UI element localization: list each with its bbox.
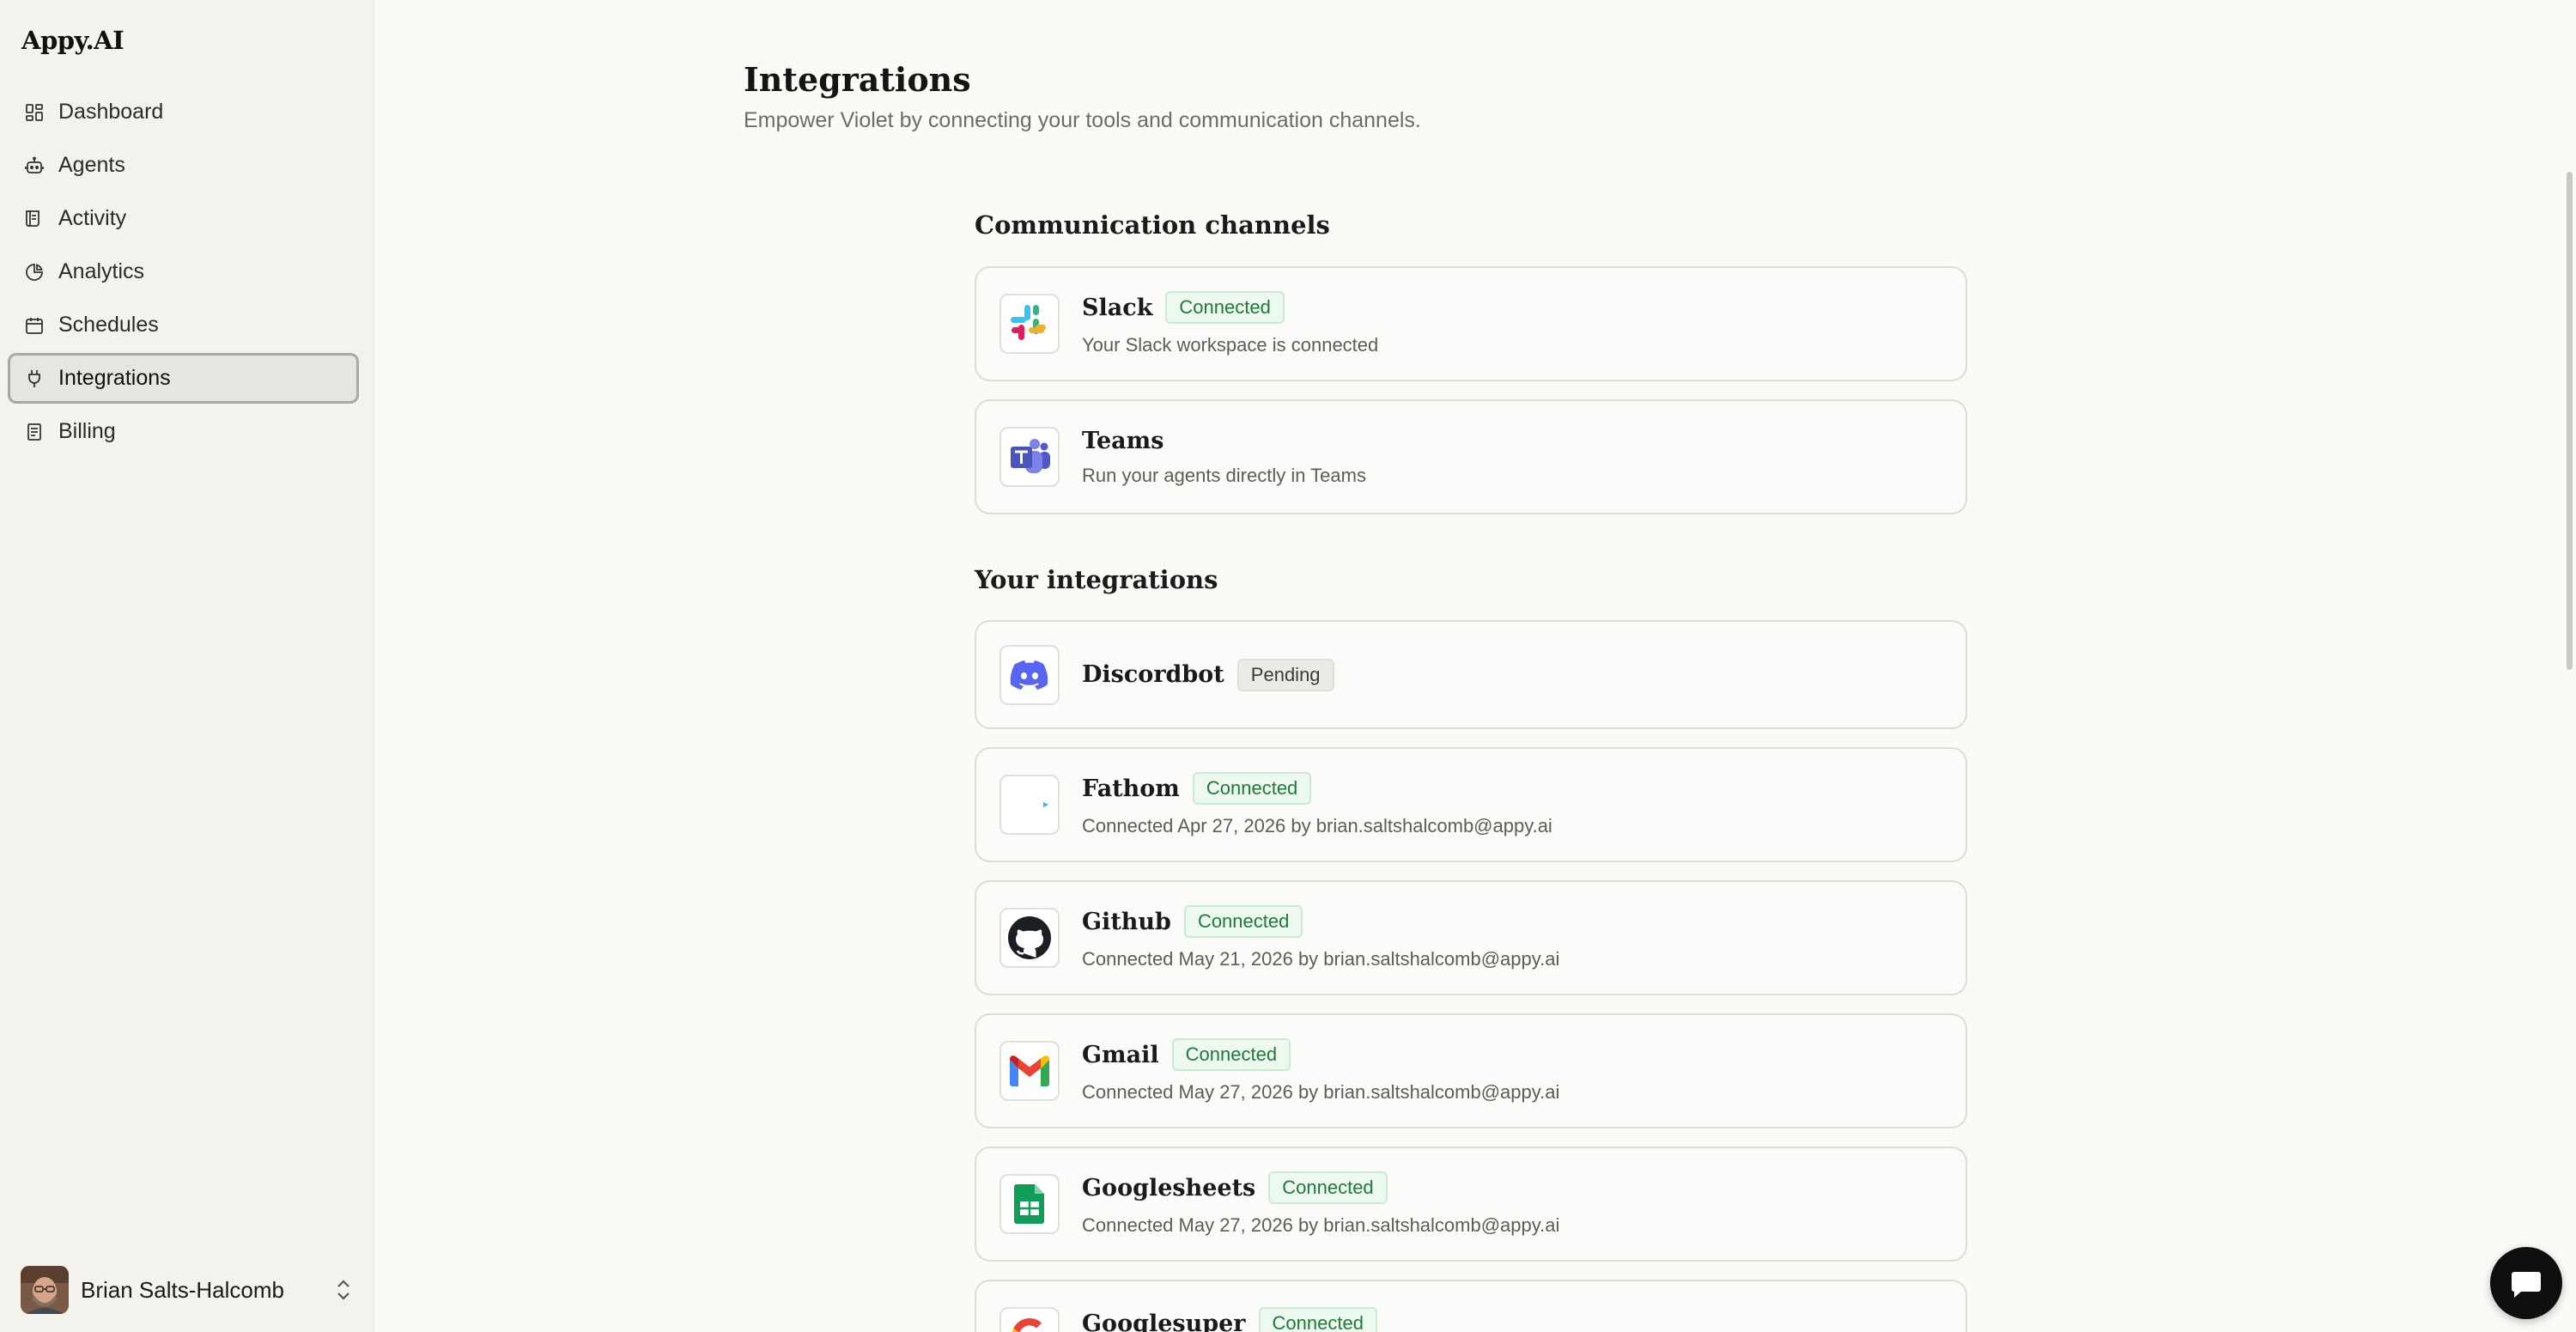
sidebar-item-label: Dashboard [58,100,164,124]
integration-name: Googlesuper [1082,1310,1246,1332]
integration-card-slack[interactable]: Slack Connected Your Slack workspace is … [975,266,1967,381]
integration-card-discordbot[interactable]: Discordbot Pending [975,620,1967,729]
sidebar: Appy.AI Dashboard Agents Activity Analyt… [0,0,374,1332]
status-badge: Connected [1183,905,1303,938]
section-title-communication: Communication channels [975,210,1330,240]
section-title-integrations: Your integrations [975,565,1218,594]
integration-card-gmail[interactable]: Gmail Connected Connected May 27, 2026 b… [975,1013,1967,1128]
teams-icon [999,427,1060,487]
fathom-icon [999,775,1060,835]
integration-description: Connected May 27, 2026 by brian.saltshal… [1082,1214,1560,1236]
page-subtitle: Empower Violet by connecting your tools … [744,108,1421,132]
integration-name: Googlesheets [1082,1174,1256,1201]
sidebar-item-dashboard[interactable]: Dashboard [8,87,359,137]
status-badge: Connected [1171,1038,1291,1071]
receipt-icon [23,421,46,443]
integration-description: Your Slack workspace is connected [1082,334,1379,356]
page-title: Integrations [744,60,971,99]
avatar [21,1266,69,1314]
integration-description: Connected May 21, 2026 by brian.saltshal… [1082,948,1560,970]
integration-description: Connected May 27, 2026 by brian.saltshal… [1082,1081,1560,1103]
integration-card-fathom[interactable]: Fathom Connected Connected Apr 27, 2026 … [975,747,1967,862]
status-badge: Connected [1165,291,1285,324]
status-badge: Connected [1258,1307,1377,1332]
google-sheets-icon [999,1174,1060,1234]
brand-logo[interactable]: Appy.AI [21,26,125,55]
chevron-up-down-icon [337,1280,349,1300]
pie-chart-icon [23,261,46,283]
sidebar-item-analytics[interactable]: Analytics [8,246,359,297]
chat-button[interactable] [2490,1247,2562,1319]
sidebar-item-integrations[interactable]: Integrations [8,353,359,404]
sidebar-item-activity[interactable]: Activity [8,193,359,244]
integration-name: Teams [1082,427,1164,454]
sidebar-item-schedules[interactable]: Schedules [8,300,359,350]
integration-name: Gmail [1082,1041,1159,1068]
sidebar-item-billing[interactable]: Billing [8,406,359,457]
sidebar-item-label: Analytics [58,259,145,283]
status-badge: Connected [1192,772,1312,805]
integration-description: Connected Apr 27, 2026 by brian.saltshal… [1082,815,1552,836]
sidebar-item-label: Integrations [58,366,171,390]
status-badge: Pending [1236,658,1334,691]
github-icon [999,908,1060,968]
integration-name: Discordbot [1082,661,1224,688]
integration-card-googlesheets[interactable]: Googlesheets Connected Connected May 27,… [975,1146,1967,1262]
robot-icon [23,155,46,177]
sidebar-item-agents[interactable]: Agents [8,140,359,191]
scrollbar-thumb[interactable] [2567,172,2573,670]
integration-card-googlesuper[interactable]: Googlesuper Connected [975,1280,1967,1332]
status-badge: Connected [1268,1171,1388,1204]
integration-name: Slack [1082,294,1153,321]
integration-name: Fathom [1082,775,1180,802]
discord-icon [999,644,1060,705]
page-scrollbar[interactable] [2561,0,2576,1332]
sidebar-item-label: Schedules [58,313,159,337]
sidebar-nav: Dashboard Agents Activity Analytics Sche… [8,87,359,459]
integration-name: Github [1082,908,1171,935]
sidebar-item-label: Billing [58,419,116,443]
chat-bubble-icon [2512,1272,2541,1298]
activity-icon [23,208,46,230]
sidebar-item-label: Agents [58,153,125,177]
user-name: Brian Salts-Halcomb [81,1276,284,1303]
google-icon [999,1307,1060,1332]
plug-icon [23,368,46,390]
gmail-icon [999,1041,1060,1101]
integration-description: Run your agents directly in Teams [1082,464,1366,486]
slack-icon [999,294,1060,354]
integration-card-github[interactable]: Github Connected Connected May 21, 2026 … [975,880,1967,995]
dashboard-icon [23,101,46,124]
integration-card-teams[interactable]: Teams Run your agents directly in Teams [975,399,1967,514]
sidebar-item-label: Activity [58,206,127,230]
calendar-icon [23,314,46,337]
user-menu[interactable]: Brian Salts-Halcomb [21,1265,354,1315]
